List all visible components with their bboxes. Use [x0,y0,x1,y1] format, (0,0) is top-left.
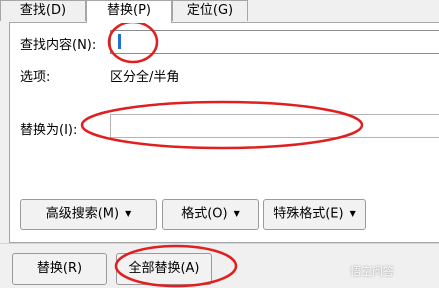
tab-find-label: 查找(D) [19,3,67,18]
format-label: 格式(O) [181,206,228,222]
watermark-text: 悟空问答 [350,265,394,278]
find-label: 查找内容(N): [20,38,97,53]
dropdown-arrow-icon: ▼ [349,209,356,218]
special-format-button[interactable]: 特殊格式(E) ▼ [263,199,366,230]
more-search-button[interactable]: 高级搜索(M) ▼ [20,199,157,230]
special-format-label: 特殊格式(E) [273,206,344,222]
replace-all-label: 全部替换(A) [128,261,200,276]
dropdown-arrow-icon: ▼ [233,209,240,218]
replace-all-button[interactable]: 全部替换(A) [116,253,212,285]
dropdown-arrow-icon: ▼ [125,209,132,218]
more-search-label: 高级搜索(M) [45,206,120,222]
tab-replace[interactable]: 替换(P) [86,0,172,23]
find-input[interactable] [110,30,439,54]
replace-button[interactable]: 替换(R) [12,253,107,285]
tab-replace-label: 替换(P) [107,3,151,18]
replace-button-label: 替换(R) [36,261,83,276]
options-value: 区分全/半角 [110,70,180,85]
tab-bar: 查找(D) 替换(P) 定位(G) [0,0,439,23]
tab-goto-label: 定位(G) [186,3,234,18]
replace-label: 替换为(I): [20,123,78,138]
format-button[interactable]: 格式(O) ▼ [162,199,259,230]
tab-find[interactable]: 查找(D) [0,0,86,21]
divider [0,243,439,244]
options-label: 选项: [20,70,51,85]
text-cursor [118,34,121,49]
tab-goto[interactable]: 定位(G) [172,0,248,21]
watermark: 悟空问答 [350,263,394,279]
replace-input[interactable] [110,114,439,138]
